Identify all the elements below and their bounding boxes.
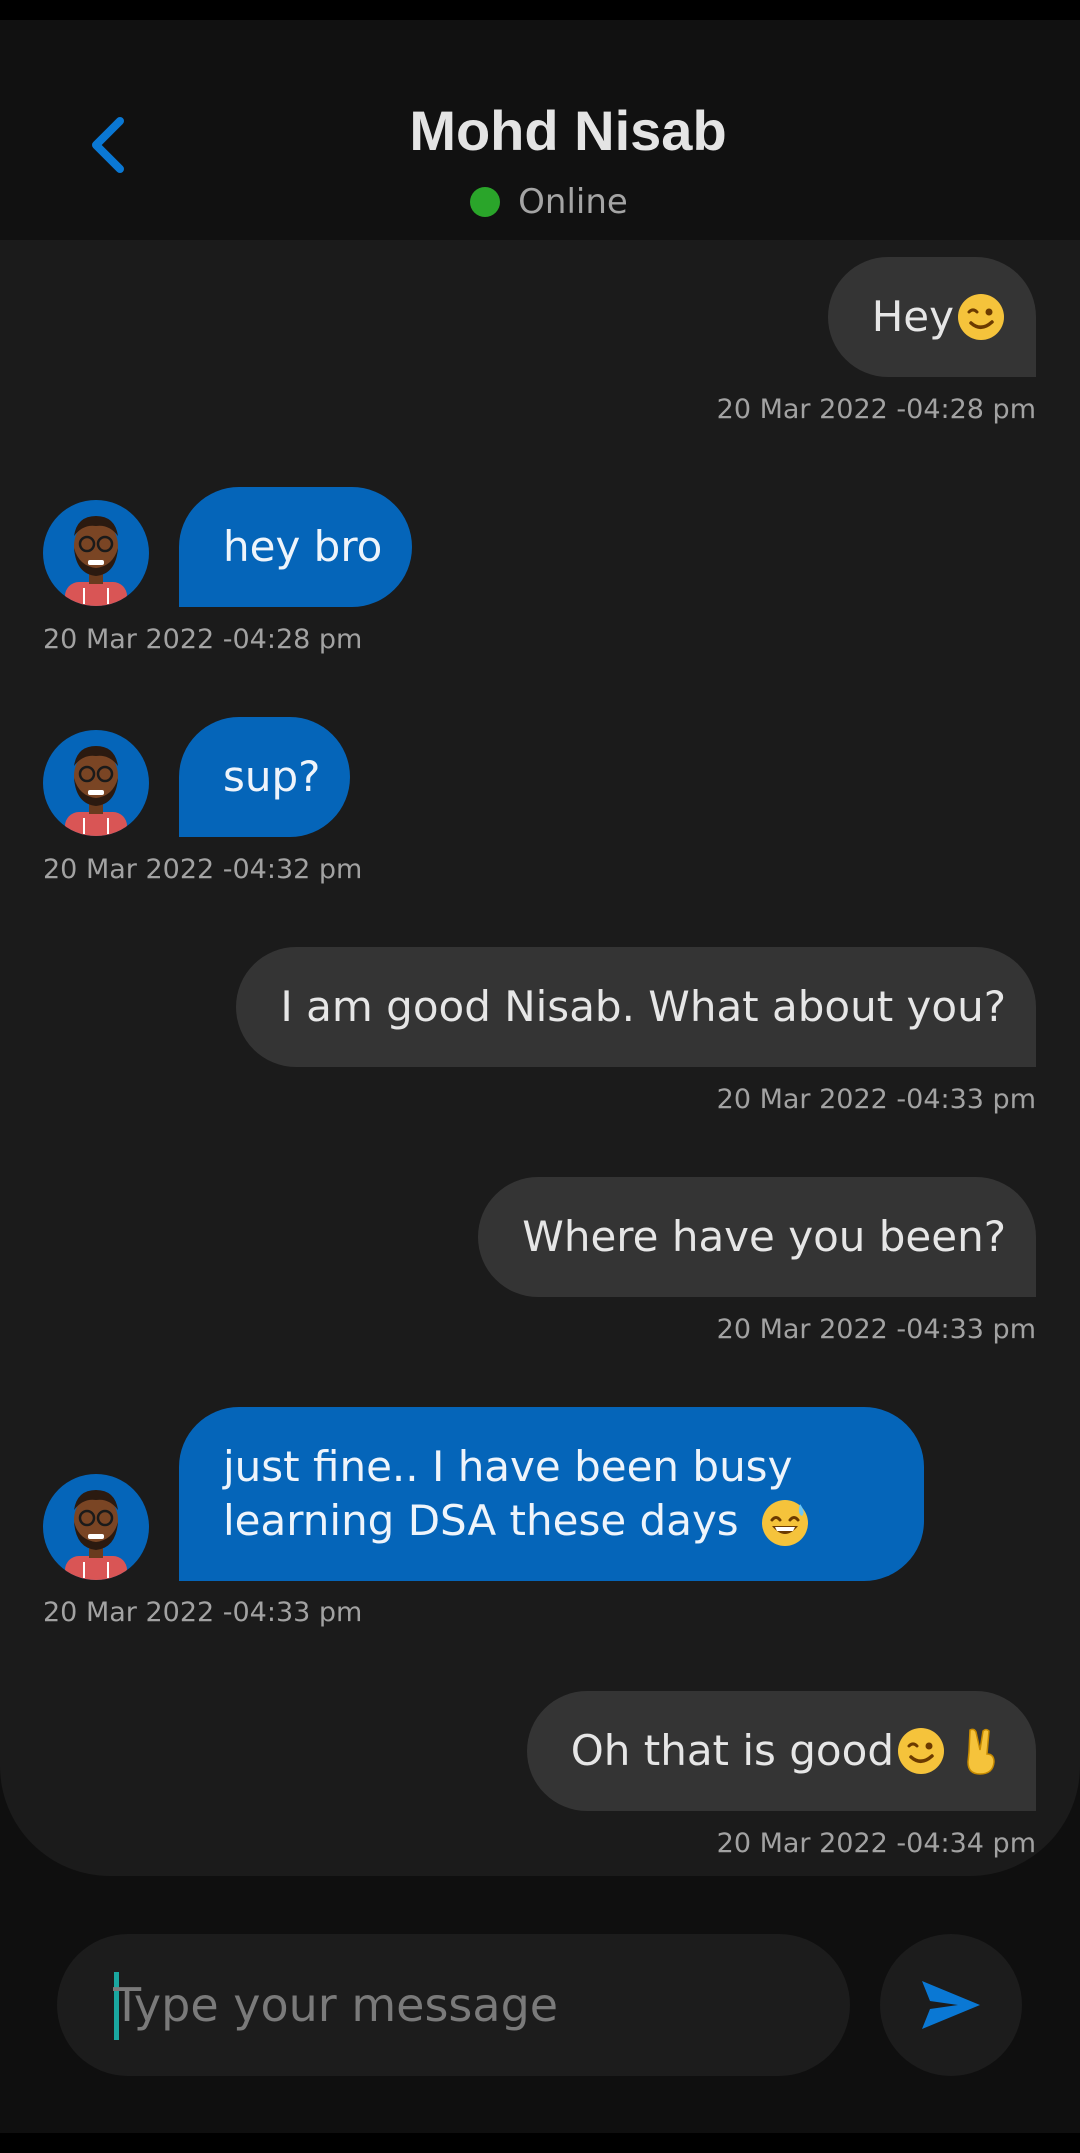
presence-indicator: Online [0, 182, 1080, 222]
message-text: Oh that is good [570, 1726, 894, 1775]
sent-message-bubble[interactable]: Oh that is good [526, 1691, 1036, 1811]
message-timestamp: 20 Mar 2022 -04:33 pm [716, 1084, 1036, 1115]
navigation-bar [0, 2133, 1080, 2153]
message-text-line: just fine.. I have been busy [223, 1441, 793, 1491]
message-text: Hey [871, 292, 954, 341]
send-icon [922, 1981, 980, 2029]
sent-message-bubble[interactable]: Hey [827, 257, 1036, 377]
online-status-dot [470, 187, 501, 217]
message-timestamp: 20 Mar 2022 -04:33 pm [716, 1314, 1036, 1345]
received-message-bubble[interactable]: hey bro [179, 487, 413, 607]
avatar-icon [65, 516, 127, 606]
avatar-icon [65, 1490, 127, 1580]
message-input[interactable] [113, 1934, 813, 2076]
message-composer [57, 1934, 850, 2076]
send-button[interactable] [880, 1934, 1022, 2076]
sent-message-bubble[interactable]: Where have you been? [478, 1177, 1036, 1297]
message-text: sup? [223, 752, 321, 801]
received-message-bubble[interactable]: just fine.. I have been busy learning DS… [179, 1407, 924, 1581]
message-timestamp: 20 Mar 2022 -04:32 pm [43, 854, 363, 885]
contact-avatar[interactable] [43, 500, 149, 606]
winking-face-emoji-icon [898, 1728, 944, 1774]
message-text-line: learning DSA these days [223, 1495, 739, 1545]
winking-face-emoji-icon [958, 294, 1004, 340]
status-bar [0, 0, 1080, 20]
contact-name: Mohd Nisab [409, 99, 727, 162]
received-message-bubble[interactable]: sup? [179, 717, 351, 837]
grinning-face-with-sweat-emoji-icon [762, 1500, 809, 1547]
victory-hand-emoji-icon [967, 1728, 995, 1775]
avatar-icon [65, 746, 127, 836]
contact-avatar[interactable] [43, 1474, 149, 1580]
message-text: hey bro [223, 522, 383, 571]
message-timestamp: 20 Mar 2022 -04:34 pm [716, 1828, 1036, 1859]
contact-avatar[interactable] [43, 730, 149, 836]
message-text: Where have you been? [522, 1212, 1006, 1261]
message-list[interactable]: Hey 20 Mar 2022 -04:28 pm hey bro 20 Mar… [0, 240, 1080, 1876]
chat-header: Mohd Nisab Online [0, 20, 1080, 240]
message-timestamp: 20 Mar 2022 -04:33 pm [43, 1597, 363, 1628]
message-timestamp: 20 Mar 2022 -04:28 pm [716, 394, 1036, 425]
message-text: I am good Nisab. What about you? [280, 982, 1006, 1031]
message-timestamp: 20 Mar 2022 -04:28 pm [43, 624, 363, 655]
sent-message-bubble[interactable]: I am good Nisab. What about you? [236, 947, 1036, 1067]
online-status-label: Online [518, 182, 628, 222]
